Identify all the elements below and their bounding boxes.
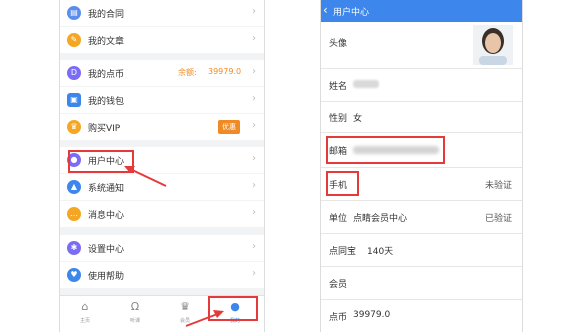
tab-label: 主页 xyxy=(79,318,90,324)
unit-row[interactable]: 单位 点睛会员中心 已验证 xyxy=(321,201,522,234)
unit-label: 单位 xyxy=(329,214,348,224)
crown-icon: ♛ xyxy=(67,120,81,134)
treasure-row[interactable]: 点同宝 140天 xyxy=(321,234,522,267)
chevron-right-icon: › xyxy=(252,268,256,279)
chevron-right-icon: › xyxy=(252,33,256,44)
tab-member[interactable]: ♛ 会员 xyxy=(160,296,210,332)
pencil-icon: ✎ xyxy=(67,33,81,47)
menu-item-coin[interactable]: D 我的点币 余额: 39979.0 › xyxy=(60,60,264,86)
phone-status: 未验证 xyxy=(484,181,512,191)
chevron-right-icon: › xyxy=(252,6,256,17)
highlight-email xyxy=(326,136,445,164)
discount-badge: 优惠 xyxy=(218,120,240,134)
name-value-blurred xyxy=(353,80,379,88)
menu-item-message[interactable]: … 消息中心 › xyxy=(60,201,264,227)
tab-label: 听课 xyxy=(129,318,140,324)
page-title: 用户中心 xyxy=(333,8,370,18)
menu-label: 我的钱包 xyxy=(88,97,125,107)
heart-icon: ♥ xyxy=(67,268,81,282)
coin-value: 39979.0 xyxy=(353,310,391,320)
avatar-label: 头像 xyxy=(329,39,348,49)
back-arrow-icon[interactable]: ‹ xyxy=(323,3,328,17)
member-row[interactable]: 会员 xyxy=(321,267,522,300)
right-phone-screen: ‹ 用户中心 头像 姓名 性别 女 邮箱 手机 未验证 单位 点睛会员中心 已验… xyxy=(320,0,523,332)
menu-label: 设置中心 xyxy=(88,245,125,255)
tab-listen[interactable]: Ω 听课 xyxy=(110,296,160,332)
coin-row[interactable]: 点币 39979.0 xyxy=(321,300,522,332)
wallet-icon: ▣ xyxy=(67,93,81,107)
highlight-phone xyxy=(326,171,359,196)
name-row[interactable]: 姓名 xyxy=(321,69,522,102)
menu-item-notification[interactable]: ▲ 系统通知 › xyxy=(60,174,264,200)
menu-label: 使用帮助 xyxy=(88,272,125,282)
menu-label: 我的合同 xyxy=(88,10,125,20)
highlight-mine-tab xyxy=(208,296,258,321)
chevron-right-icon: › xyxy=(252,180,256,191)
chevron-right-icon: › xyxy=(252,153,256,164)
balance-value: 39979.0 xyxy=(208,67,242,76)
treasure-label: 点同宝 xyxy=(329,247,357,257)
gender-label: 性别 xyxy=(329,114,348,124)
menu-item-vip[interactable]: ♛ 购买VIP 优惠 › xyxy=(60,114,264,140)
chevron-right-icon: › xyxy=(252,120,256,131)
avatar xyxy=(473,25,513,65)
tab-home[interactable]: ⌂ 主页 xyxy=(60,296,110,332)
coin-icon: D xyxy=(67,66,81,80)
menu-item-article[interactable]: ✎ 我的文章 › xyxy=(60,27,264,53)
header-bar: ‹ 用户中心 xyxy=(321,0,522,22)
chevron-right-icon: › xyxy=(252,241,256,252)
gear-icon: ✱ xyxy=(67,241,81,255)
menu-label: 系统通知 xyxy=(88,184,125,194)
chevron-right-icon: › xyxy=(252,93,256,104)
unit-status: 已验证 xyxy=(484,214,512,224)
contract-icon: ▤ xyxy=(67,6,81,20)
highlight-user-center xyxy=(68,150,134,173)
name-label: 姓名 xyxy=(329,82,348,92)
home-icon: ⌂ xyxy=(81,300,89,313)
menu-item-settings[interactable]: ✱ 设置中心 › xyxy=(60,235,264,261)
menu-item-help[interactable]: ♥ 使用帮助 › xyxy=(60,262,264,288)
avatar-photo xyxy=(473,25,513,65)
treasure-value: 140天 xyxy=(367,247,394,257)
member-label: 会员 xyxy=(329,280,348,290)
balance-label: 余额: xyxy=(178,68,197,77)
chevron-right-icon: › xyxy=(252,207,256,218)
coin-label: 点币 xyxy=(329,313,348,323)
menu-item-wallet[interactable]: ▣ 我的钱包 › xyxy=(60,87,264,113)
unit-value: 点睛会员中心 xyxy=(353,214,408,224)
menu-label: 我的点币 xyxy=(88,70,125,80)
crown-icon: ♛ xyxy=(180,300,190,313)
gender-row[interactable]: 性别 女 xyxy=(321,102,522,133)
menu-item-contract[interactable]: ▤ 我的合同 › xyxy=(60,0,264,26)
menu-label: 消息中心 xyxy=(88,211,125,221)
tab-label: 会员 xyxy=(179,318,190,324)
bell-icon: ▲ xyxy=(67,180,81,194)
menu-label: 购买VIP xyxy=(88,124,121,134)
headphones-icon: Ω xyxy=(130,300,140,313)
avatar-row[interactable]: 头像 xyxy=(321,22,522,69)
message-icon: … xyxy=(67,207,81,221)
chevron-right-icon: › xyxy=(252,66,256,77)
gender-value: 女 xyxy=(353,114,363,124)
menu-label: 我的文章 xyxy=(88,37,125,47)
